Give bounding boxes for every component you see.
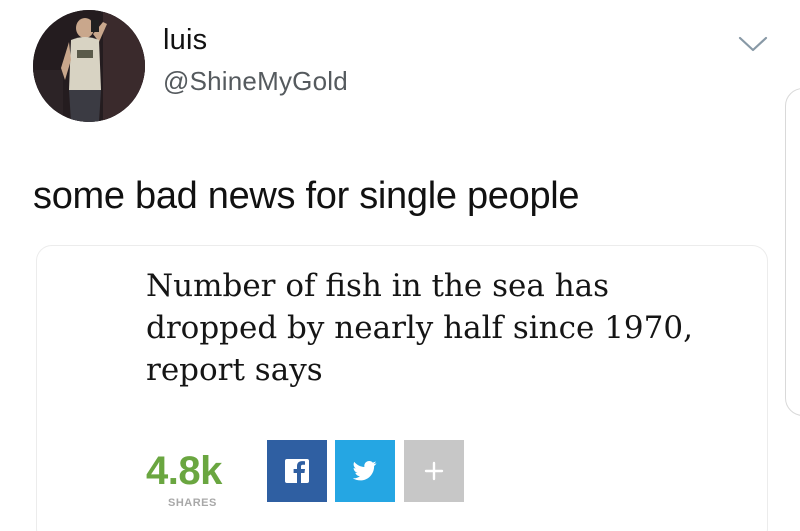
plus-icon [424,461,444,481]
author-handle[interactable]: @ShineMyGold [163,66,348,97]
twitter-share-button[interactable] [335,440,395,502]
facebook-share-button[interactable] [267,440,327,502]
tweet: luis @ShineMyGold some bad news for sing… [0,0,800,531]
card-headline[interactable]: Number of fish in the sea has dropped by… [146,265,706,391]
avatar-photo [33,10,145,122]
author-name[interactable]: luis [163,24,207,57]
avatar[interactable] [33,10,145,122]
chevron-down-icon[interactable] [738,34,768,54]
edge-panel [785,88,800,416]
share-label: SHARES [168,497,217,509]
facebook-icon [285,459,309,483]
twitter-bird-icon [353,461,377,481]
tweet-text: some bad news for single people [33,175,580,217]
share-count: 4.8k [146,449,222,493]
more-share-button[interactable] [404,440,464,502]
